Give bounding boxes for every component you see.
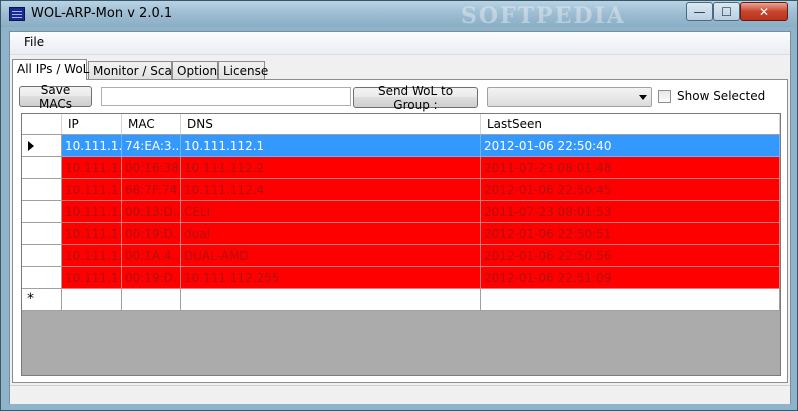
filter-input[interactable] [101, 87, 351, 106]
cell-mac[interactable]: 00:13:D... [122, 201, 181, 223]
table-row[interactable]: 10.111.1... 00:13:D... CELI 2011-07-23 0… [62, 201, 780, 223]
cell-dns[interactable] [181, 289, 481, 311]
cell-mac[interactable]: 68:7F:74... [122, 179, 181, 201]
status-bar [10, 385, 790, 404]
cell-lastseen[interactable]: 2012-01-06 22:50:56 [481, 245, 780, 267]
close-icon: ✕ [758, 4, 770, 19]
grid-header: IP MAC DNS LastSeen [22, 114, 780, 135]
row-header[interactable] [22, 245, 62, 267]
client-area: File All IPs / WoL Monitor / Scan Option… [9, 31, 791, 404]
cell-mac[interactable]: 74:EA:3... [122, 135, 181, 157]
new-row-icon: * [27, 291, 34, 307]
cell-mac[interactable]: 00:1A:4... [122, 245, 181, 267]
cell-dns[interactable]: CELI [181, 201, 481, 223]
cell-dns[interactable]: 10.111.112.255 [181, 267, 481, 289]
row-header[interactable] [22, 223, 62, 245]
close-button[interactable]: ✕ [740, 2, 788, 21]
cell-lastseen[interactable]: 2011-07-23 08:01:48 [481, 157, 780, 179]
tab-license[interactable]: License [218, 61, 268, 79]
cell-mac[interactable]: 00:19:D... [122, 223, 181, 245]
cell-dns[interactable]: 10.111.112.1 [181, 135, 481, 157]
table-row[interactable]: 10.111.1... 00:16:38... 10.111.112.2 201… [62, 157, 780, 179]
cell-dns[interactable]: dual [181, 223, 481, 245]
new-row[interactable] [62, 289, 780, 311]
row-header[interactable] [22, 267, 62, 289]
cell-mac[interactable] [122, 289, 181, 311]
save-macs-button[interactable]: Save MACs [19, 83, 92, 111]
tab-options[interactable]: Options [172, 61, 223, 79]
table-row[interactable]: 10.111.1... 68:7F:74... 10.111.112.4 201… [62, 179, 780, 201]
maximize-icon: ☐ [721, 4, 732, 19]
menu-bar: File [10, 32, 790, 55]
cell-lastseen[interactable]: 2012-01-06 22:50:40 [481, 135, 780, 157]
cell-ip[interactable] [62, 289, 122, 311]
tab-all-ips-wol[interactable]: All IPs / WoL [12, 59, 89, 80]
cell-dns[interactable]: 10.111.112.2 [181, 157, 481, 179]
table-row[interactable]: 10.111.1... 00:1A:4... DUAL-AMD 2012-01-… [62, 245, 780, 267]
table-row[interactable]: 10.111.1... 00:19:D... dual 2012-01-06 2… [62, 223, 780, 245]
maximize-button[interactable]: ☐ [713, 2, 740, 21]
softpedia-watermark: SOFTPEDIA [461, 3, 626, 29]
cell-mac[interactable]: 00:16:38... [122, 157, 181, 179]
tab-monitor-scan[interactable]: Monitor / Scan [88, 61, 179, 79]
cell-lastseen[interactable] [481, 289, 780, 311]
current-row-arrow-icon [28, 141, 34, 151]
cell-ip[interactable]: 10.111.1... [62, 223, 122, 245]
chevron-down-icon [639, 95, 647, 100]
cell-dns[interactable]: DUAL-AMD [181, 245, 481, 267]
minimize-button[interactable]: — [686, 2, 713, 21]
show-selected-checkbox[interactable] [658, 90, 671, 103]
cell-lastseen[interactable]: 2012-01-06 22:50:45 [481, 179, 780, 201]
column-header-ip[interactable]: IP [62, 114, 122, 134]
cell-lastseen[interactable]: 2012-01-06 22:50:51 [481, 223, 780, 245]
column-header-lastseen[interactable]: LastSeen [481, 114, 780, 134]
row-header[interactable] [22, 157, 62, 179]
row-header[interactable] [22, 201, 62, 223]
show-selected-label: Show Selected [677, 89, 766, 103]
cell-ip[interactable]: 10.111.1... [62, 267, 122, 289]
menu-file[interactable]: File [24, 35, 44, 49]
cell-ip[interactable]: 10.111.1... [62, 201, 122, 223]
cell-ip[interactable]: 10.111.1... [62, 157, 122, 179]
send-wol-button[interactable]: Send WoL to Group : [353, 84, 478, 112]
cell-lastseen[interactable]: 2012-01-06 22:51:09 [481, 267, 780, 289]
cell-ip[interactable]: 10.111.1... [62, 135, 122, 157]
row-header[interactable] [22, 135, 62, 157]
column-header-mac[interactable]: MAC [122, 114, 181, 134]
table-row[interactable]: 10.111.1... 00:19:D... 10.111.112.255 20… [62, 267, 780, 289]
app-window: WOL-ARP-Mon v 2.0.1 SOFTPEDIA — ☐ ✕ File… [0, 0, 798, 411]
row-header[interactable]: * [22, 289, 62, 311]
title-bar[interactable]: WOL-ARP-Mon v 2.0.1 SOFTPEDIA — ☐ ✕ [1, 1, 797, 29]
cell-ip[interactable]: 10.111.1... [62, 179, 122, 201]
app-icon [9, 7, 25, 21]
ip-data-grid[interactable]: IP MAC DNS LastSeen 10.111.1... 74:EA:3.… [21, 113, 781, 376]
cell-ip[interactable]: 10.111.1... [62, 245, 122, 267]
cell-mac[interactable]: 00:19:D... [122, 267, 181, 289]
column-header-dns[interactable]: DNS [181, 114, 481, 134]
tab-panel-all-ips: Save MACs Send WoL to Group : Show Selec… [12, 79, 788, 383]
cell-lastseen[interactable]: 2011-07-23 08:01:53 [481, 201, 780, 223]
grid-corner-header [22, 114, 62, 134]
minimize-icon: — [693, 4, 706, 19]
table-row[interactable]: 10.111.1... 74:EA:3... 10.111.112.1 2012… [62, 135, 780, 157]
cell-dns[interactable]: 10.111.112.4 [181, 179, 481, 201]
window-title: WOL-ARP-Mon v 2.0.1 [31, 6, 173, 21]
group-select[interactable] [487, 87, 652, 107]
row-header[interactable] [22, 179, 62, 201]
